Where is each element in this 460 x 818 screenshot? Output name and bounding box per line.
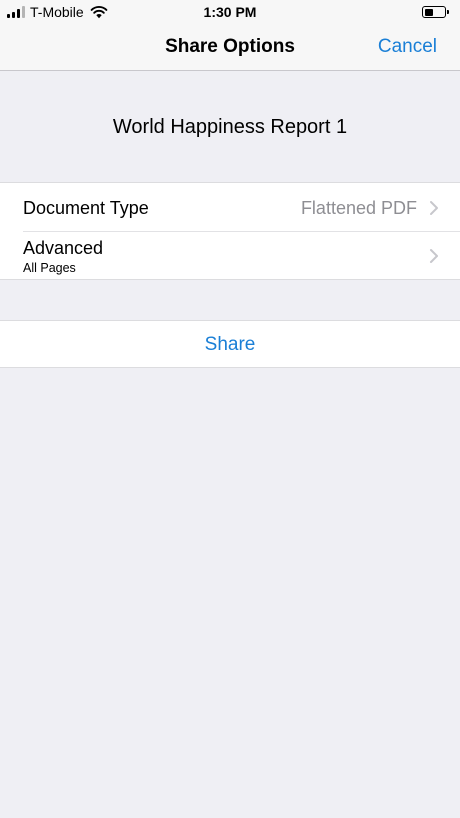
options-group: Document Type Flattened PDF Advanced All…: [0, 182, 460, 280]
document-type-value: Flattened PDF: [300, 198, 417, 218]
share-button[interactable]: Share: [0, 320, 460, 368]
battery-icon: [422, 6, 449, 18]
status-bar: T-Mobile 1:30 PM: [0, 0, 460, 24]
cancel-button[interactable]: Cancel: [378, 36, 437, 58]
battery-level: [424, 8, 433, 16]
document-type-label: Document Type: [23, 198, 149, 218]
chevron-right-icon: [430, 201, 438, 215]
document-type-row[interactable]: Document Type Flattened PDF: [0, 183, 460, 231]
share-button-label: Share: [204, 334, 256, 355]
status-time: 1:30 PM: [203, 4, 257, 20]
advanced-label: Advanced: [23, 238, 104, 258]
document-name: World Happiness Report 1: [112, 116, 348, 138]
advanced-subtitle: All Pages: [23, 261, 76, 275]
chevron-right-icon: [430, 249, 438, 263]
share-options-screen: T-Mobile 1:30 PM Share Options Cancel Wo…: [0, 0, 460, 818]
advanced-row[interactable]: Advanced All Pages: [0, 231, 460, 280]
navigation-bar: Share Options Cancel: [0, 24, 460, 71]
